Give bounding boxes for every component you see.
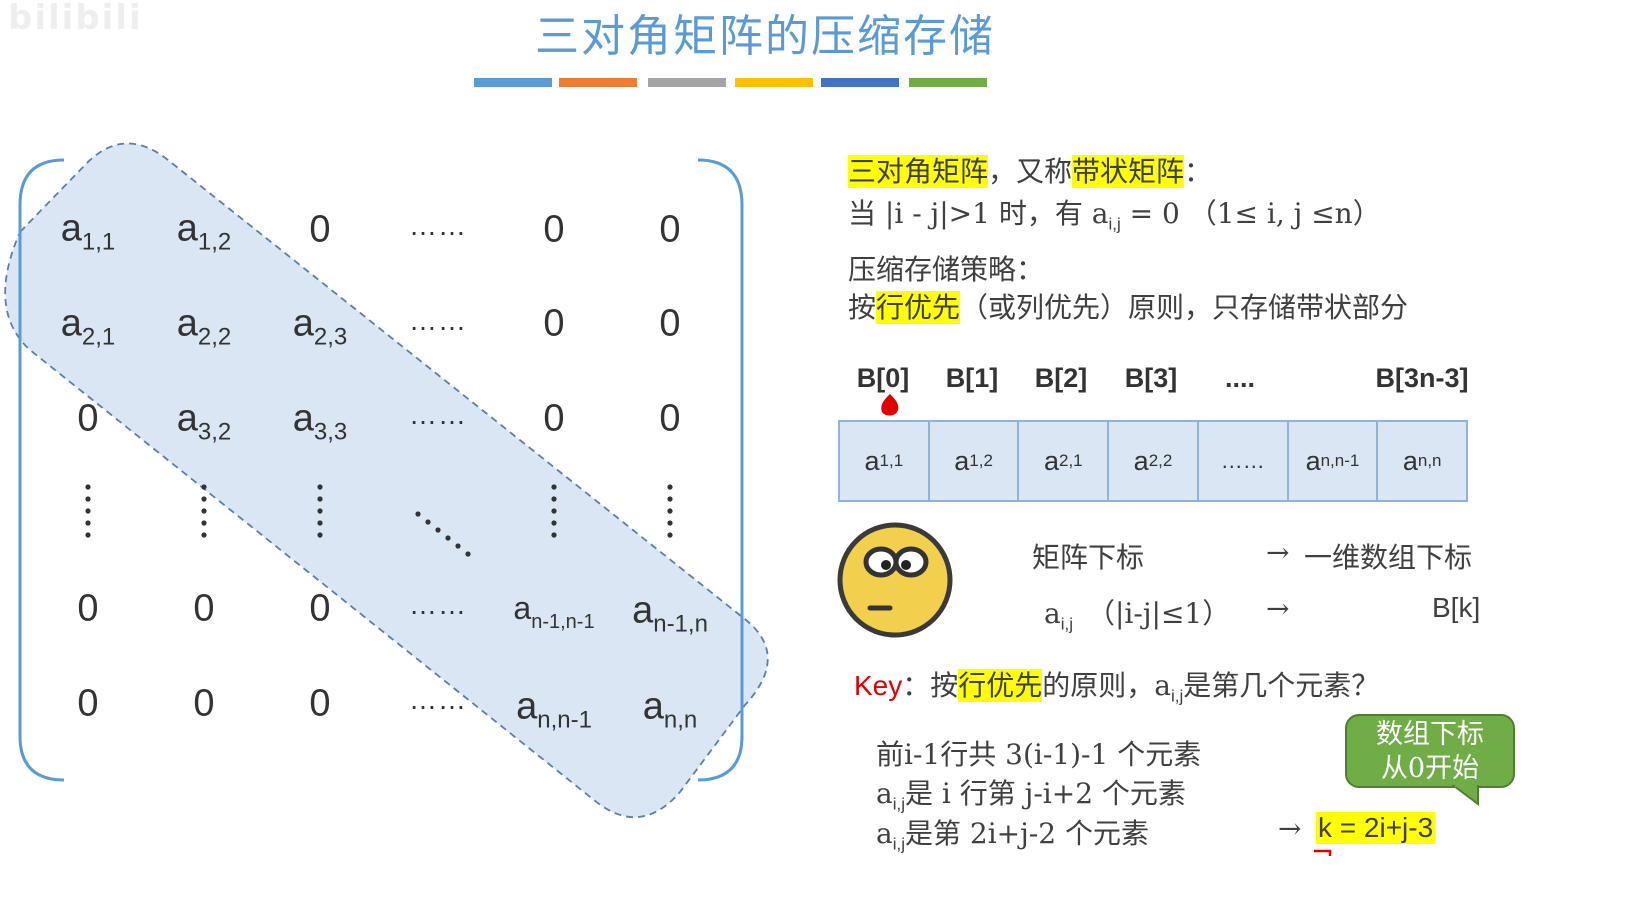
text-fragment: 是第几个元素？: [1183, 669, 1380, 702]
arrow-icon: →: [1266, 592, 1290, 625]
array-cell-ellipsis: ……: [1199, 422, 1289, 500]
matrix-cell-ellipsis: ……: [409, 684, 467, 715]
matrix-cell: 0: [77, 397, 99, 440]
color-bar: [821, 78, 899, 87]
target-index: B[k]: [1432, 592, 1481, 623]
subscript: i,j: [892, 834, 905, 854]
matrix-cell: 0: [77, 682, 99, 725]
matrix-cell: an,n: [642, 685, 698, 734]
condition-line: 当 |i - j|>1 时，有 ai,j = 0 （1≤ i, j ≤n）: [848, 192, 1381, 235]
matrix-cell: 0: [193, 587, 215, 630]
matrix-cell: a3,2: [176, 397, 232, 446]
array-index-label: B[1]: [945, 363, 999, 393]
term-band-matrix: 带状矩阵: [1072, 155, 1185, 188]
key-label: Key: [854, 670, 903, 701]
matrix-cell: a3,3: [292, 397, 348, 446]
matrix-cell: a2,1: [60, 302, 116, 351]
matrix-cell: 0: [659, 208, 681, 251]
text-fragment: 是第 2i+j-2 个元素: [904, 817, 1149, 850]
subscript: i,j: [1108, 214, 1121, 234]
matrix-cell: a1,1: [60, 207, 116, 256]
array-cell: a 1,2: [930, 422, 1020, 500]
array-index-target-label: 一维数组下标: [1304, 541, 1473, 574]
matrix-cell: a2,2: [176, 302, 232, 351]
bubble-line: 数组下标: [1376, 719, 1484, 750]
callout-bubble: 数组下标 从0开始: [1345, 714, 1515, 788]
strategy-title: 压缩存储策略：: [848, 253, 1045, 286]
matrix-cell: a2,3: [292, 302, 348, 351]
matrix-cell-ellipsis: ……: [409, 210, 467, 241]
array-index-label: B[3n-3]: [1375, 363, 1469, 393]
matrix-cell: 0: [543, 208, 565, 251]
matrix-band-highlight: [4, 142, 769, 819]
thinking-face-icon: [837, 522, 953, 638]
matrix-cell: 0: [543, 302, 565, 345]
matrix-cell-ellipsis: ……: [409, 305, 467, 336]
text-fragment: 按: [848, 291, 877, 324]
step-3: ai,j是第 2i+j-2 个元素: [876, 812, 1149, 855]
matrix-cell: 0: [659, 397, 681, 440]
array-cell: a 2,1: [1019, 422, 1110, 500]
array-index-label: B[3]: [1124, 363, 1178, 393]
text-fragment: （|i-j|≤1）: [1086, 597, 1231, 630]
matrix-cell-ellipsis: ……: [409, 399, 467, 430]
array-cell: a 1,1: [840, 422, 930, 500]
text-fragment: 按: [930, 669, 959, 702]
matrix-cell: 0: [543, 397, 565, 440]
text-fragment: ，又称: [988, 155, 1073, 188]
term-row-major: 行优先: [958, 669, 1043, 702]
text-fragment: a: [876, 817, 893, 850]
matrix-cell-ellipsis: ……: [409, 589, 467, 620]
subscript: i,j: [1060, 614, 1073, 634]
array-cell: a 2,2: [1109, 422, 1199, 500]
arrow-icon: →: [1266, 536, 1290, 569]
step-2: ai,j是 i 行第 j-i+2 个元素: [876, 772, 1186, 815]
key-question: Key：按行优先的原则，ai,j是第几个元素？: [854, 664, 1379, 707]
text-fragment: = 0 （1≤ i, j ≤n）: [1120, 197, 1381, 230]
text-fragment: a: [876, 777, 893, 810]
text-fragment: 当 |i - j|>1 时，有 a: [848, 197, 1109, 230]
bubble-tail: [1452, 784, 1479, 806]
step-1: 前i-1行共 3(i-1)-1 个元素: [876, 738, 1202, 771]
color-bar: [909, 78, 987, 87]
array-cell: a n,n-1: [1289, 422, 1379, 500]
text-fragment: 的原则，a: [1042, 669, 1171, 702]
matrix-cell: 0: [77, 587, 99, 630]
underline-mark: [1314, 849, 1332, 856]
strategy-line: 按行优先（或列优先）原则，只存储带状部分: [848, 286, 1408, 326]
pointer-mark-icon: [881, 394, 899, 416]
term-row-major: 行优先: [876, 291, 961, 324]
matrix-cell: 0: [309, 208, 331, 251]
formula-result: k = 2i+j-3: [1316, 812, 1436, 844]
definition-line: 三对角矩阵，又称带状矩阵：: [848, 150, 1212, 190]
matrix-cell: 0: [659, 302, 681, 345]
term-tridiagonal: 三对角矩阵: [848, 155, 989, 188]
element-mapping: ai,j （|i-j|≤1）: [1044, 592, 1230, 635]
matrix-cell: 0: [193, 682, 215, 725]
text-fragment: 是 i 行第 j-i+2 个元素: [904, 777, 1186, 810]
matrix-cell: 0: [309, 587, 331, 630]
text-fragment: ：: [1184, 155, 1213, 188]
array-cell: a n,n: [1402, 445, 1442, 476]
subscript: i,j: [892, 794, 905, 814]
matrix-cell: a1,2: [176, 207, 232, 256]
matrix-cell: an-1,n-1: [513, 590, 595, 633]
matrix-cell: an,n-1: [516, 685, 592, 734]
text-fragment: ：: [902, 669, 931, 702]
arrow-icon: →: [1278, 812, 1302, 845]
array-index-label: ....: [1224, 363, 1256, 393]
text-fragment: （或列优先）原则，只存储带状部分: [960, 291, 1409, 324]
bubble-line: 从0开始: [1380, 753, 1480, 784]
array-index-label: B[0]: [856, 363, 910, 393]
compressed-array: a 1,1 a 1,2 a 2,1 a 2,2 …… a n,n-1 a n,n: [838, 420, 1468, 502]
array-index-label: B[2]: [1034, 363, 1088, 393]
matrix-cell: 0: [309, 682, 331, 725]
subscript: i,j: [1171, 686, 1184, 706]
matrix-index-label: 矩阵下标: [1032, 541, 1145, 574]
matrix-cell: an-1,n: [632, 589, 708, 638]
text-fragment: a: [1044, 597, 1061, 630]
